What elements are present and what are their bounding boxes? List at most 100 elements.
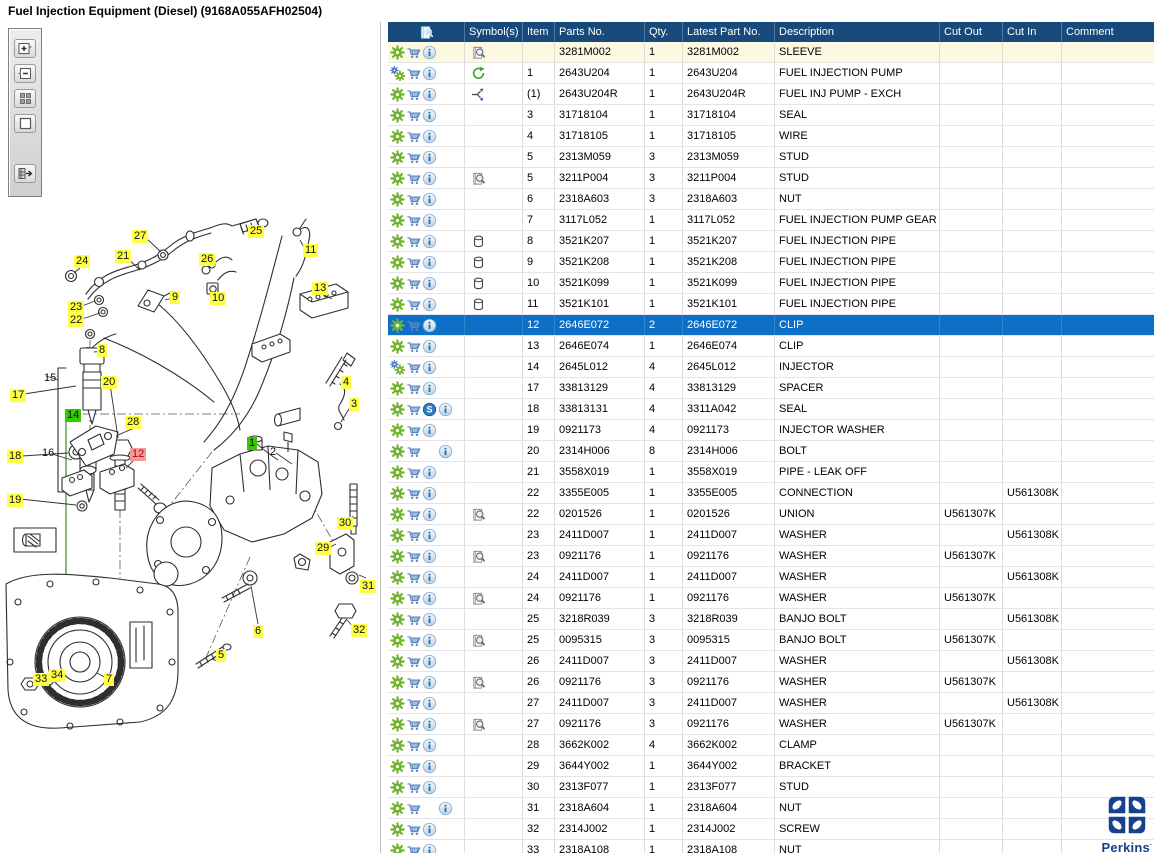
table-row-item-11-3521K101[interactable]: 113521K10113521K101FUEL INJECTION PIPE [388, 294, 1154, 315]
info-icon[interactable] [422, 108, 437, 123]
gear-icon[interactable] [390, 402, 405, 417]
info-icon[interactable] [422, 822, 437, 837]
info-icon[interactable] [422, 486, 437, 501]
info-icon[interactable] [422, 87, 437, 102]
info-icon[interactable] [422, 654, 437, 669]
table-row-item-24-0921176[interactable]: 24092117610921176WASHERU561307K [388, 588, 1154, 609]
gear-icon[interactable] [390, 381, 405, 396]
table-row-item-27-2411D007[interactable]: 272411D00732411D007WASHERU561308K [388, 693, 1154, 714]
add-to-cart-icon[interactable] [406, 276, 421, 291]
gear-icon[interactable] [390, 87, 405, 102]
add-to-cart-icon[interactable] [406, 822, 421, 837]
table-row-item-1-2643U204[interactable]: 12643U20412643U204FUEL INJECTION PUMP [388, 63, 1154, 84]
table-row-item-9-3521K208[interactable]: 93521K20813521K208FUEL INJECTION PIPE [388, 252, 1154, 273]
table-row-item-30-2313F077[interactable]: 302313F07712313F077STUD [388, 777, 1154, 798]
diagram-callout-8[interactable]: 8 [97, 344, 107, 357]
gear-icon[interactable] [390, 696, 405, 711]
gear-icon[interactable] [390, 150, 405, 165]
table-row-item-21-3558X019[interactable]: 213558X01913558X019PIPE - LEAK OFF [388, 462, 1154, 483]
diagram-callout-20[interactable]: 20 [101, 376, 117, 389]
gear-icon[interactable] [390, 318, 405, 333]
gear-icon[interactable] [390, 213, 405, 228]
info-icon[interactable] [422, 213, 437, 228]
table-row-item-23-2411D007[interactable]: 232411D00712411D007WASHERU561308K [388, 525, 1154, 546]
add-to-cart-icon[interactable] [406, 570, 421, 585]
info-icon[interactable] [422, 318, 437, 333]
table-row-item-6-2318A603[interactable]: 62318A60332318A603NUT [388, 189, 1154, 210]
add-to-cart-icon[interactable] [406, 696, 421, 711]
gear-icon[interactable] [390, 423, 405, 438]
gear-icon[interactable] [390, 822, 405, 837]
add-to-cart-icon[interactable] [406, 45, 421, 60]
add-to-cart-icon[interactable] [406, 528, 421, 543]
table-row-item-28-3662K002[interactable]: 283662K00243662K002CLAMP [388, 735, 1154, 756]
gear-icon[interactable] [390, 507, 405, 522]
diagram-callout-26[interactable]: 26 [199, 253, 215, 266]
s-badge-icon[interactable] [422, 402, 437, 417]
table-row-item-18-33813131[interactable]: 183381313143311A042SEAL [388, 399, 1154, 420]
add-to-cart-icon[interactable] [406, 192, 421, 207]
diagram-callout-34[interactable]: 34 [49, 669, 65, 682]
add-to-cart-icon[interactable] [406, 591, 421, 606]
info-icon[interactable] [422, 66, 437, 81]
add-to-cart-icon[interactable] [406, 738, 421, 753]
diagram-callout-6[interactable]: 6 [253, 625, 263, 638]
gear-icon[interactable] [390, 339, 405, 354]
info-icon[interactable] [422, 150, 437, 165]
info-icon[interactable] [422, 738, 437, 753]
add-to-cart-icon[interactable] [406, 171, 421, 186]
table-row-item-32-2314J002[interactable]: 322314J00212314J002SCREW [388, 819, 1154, 840]
gear-icon[interactable] [390, 276, 405, 291]
gear-icon[interactable] [390, 549, 405, 564]
diagram-callout-5[interactable]: 5 [216, 649, 226, 662]
add-to-cart-icon[interactable] [406, 549, 421, 564]
info-icon[interactable] [438, 801, 453, 816]
add-to-cart-icon[interactable] [406, 87, 421, 102]
gear-icon[interactable] [390, 171, 405, 186]
diagram-callout-31[interactable]: 31 [360, 580, 376, 593]
info-icon[interactable] [422, 549, 437, 564]
gear-icon[interactable] [390, 801, 405, 816]
add-to-cart-icon[interactable] [406, 129, 421, 144]
add-to-cart-icon[interactable] [406, 675, 421, 690]
table-row-item-(1)-2643U204R[interactable]: (1)2643U204R12643U204RFUEL INJ PUMP - EX… [388, 84, 1154, 105]
table-row-item-26-2411D007[interactable]: 262411D00732411D007WASHERU561308K [388, 651, 1154, 672]
diagram-callout-13[interactable]: 13 [312, 282, 328, 295]
fit-view-button[interactable] [14, 114, 36, 133]
diagram-callout-25[interactable]: 25 [248, 225, 264, 238]
info-icon[interactable] [422, 759, 437, 774]
diagram-callout-19[interactable]: 19 [7, 494, 23, 507]
info-icon[interactable] [422, 255, 437, 270]
diagram-callout-18[interactable]: 18 [7, 450, 23, 463]
gear-icon[interactable] [390, 717, 405, 732]
add-to-cart-icon[interactable] [406, 843, 421, 853]
table-row-item-20-2314H006[interactable]: 202314H00682314H006BOLT [388, 441, 1154, 462]
add-to-cart-icon[interactable] [406, 381, 421, 396]
add-to-cart-icon[interactable] [406, 255, 421, 270]
gear-icon[interactable] [390, 780, 405, 795]
diagram-callout-1[interactable]: 1 [247, 437, 257, 450]
info-icon[interactable] [422, 45, 437, 60]
info-icon[interactable] [422, 171, 437, 186]
table-row-item-22-0201526[interactable]: 22020152610201526UNIONU561307K [388, 504, 1154, 525]
table-row-item-23-0921176[interactable]: 23092117610921176WASHERU561307K [388, 546, 1154, 567]
diagram-callout-11[interactable]: 11 [303, 244, 318, 257]
info-icon[interactable] [422, 234, 437, 249]
table-row-item-33-2318A108[interactable]: 332318A10812318A108NUT [388, 840, 1154, 853]
diagram-callout-4[interactable]: 4 [341, 376, 351, 389]
diagram-callout-3[interactable]: 3 [349, 398, 359, 411]
add-to-cart-icon[interactable] [406, 717, 421, 732]
info-icon[interactable] [422, 297, 437, 312]
diagram-callout-21[interactable]: 21 [115, 250, 131, 263]
info-icon[interactable] [422, 570, 437, 585]
table-row-item-4-31718105[interactable]: 431718105131718105WIRE [388, 126, 1154, 147]
add-to-cart-icon[interactable] [406, 612, 421, 627]
table-row-item-5-3211P004[interactable]: 53211P00433211P004STUD [388, 168, 1154, 189]
add-to-cart-icon[interactable] [406, 402, 421, 417]
gear-icon[interactable] [390, 612, 405, 627]
gear-icon[interactable] [390, 759, 405, 774]
diagram-callout-28[interactable]: 28 [125, 416, 141, 429]
info-icon[interactable] [422, 528, 437, 543]
add-to-cart-icon[interactable] [406, 654, 421, 669]
add-to-cart-icon[interactable] [406, 444, 421, 459]
